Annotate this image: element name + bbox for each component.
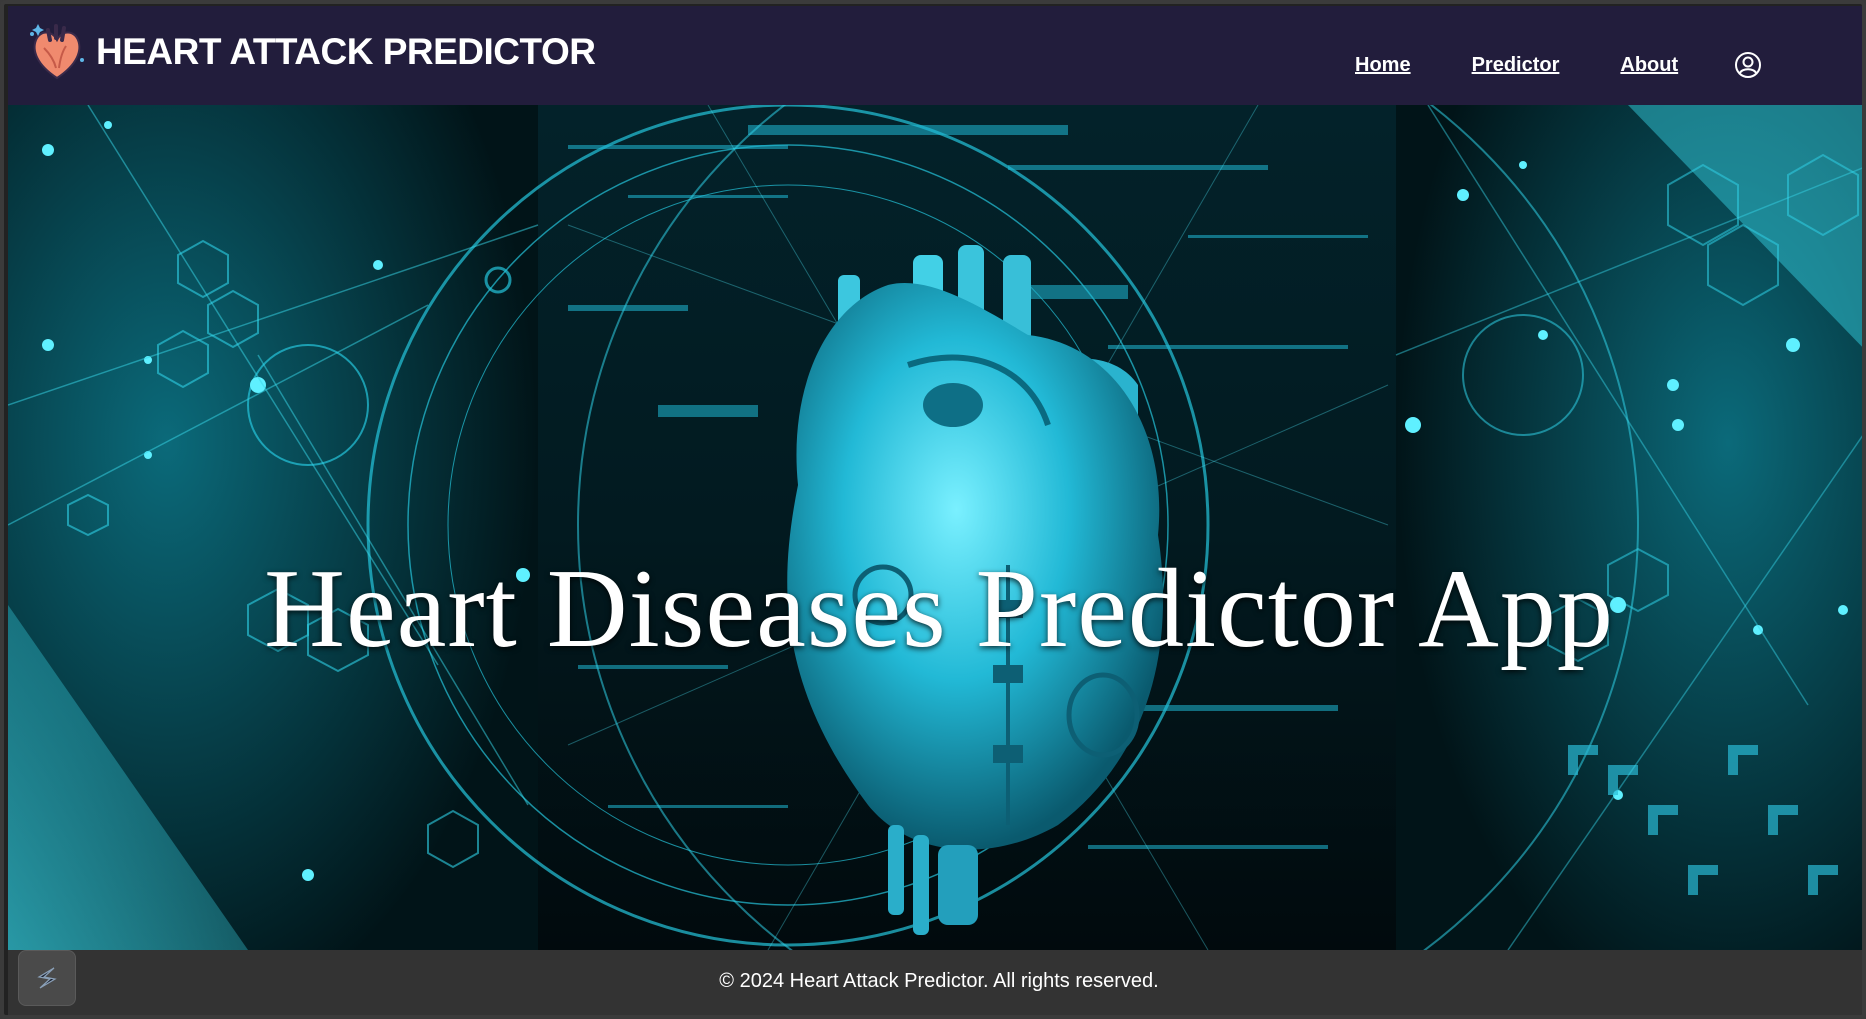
brand[interactable]: HEART ATTACK PREDICTOR bbox=[26, 20, 596, 84]
hero-banner: Heart Diseases Predictor App bbox=[8, 105, 1862, 950]
main-nav: Home Predictor About bbox=[1355, 51, 1762, 79]
hero-background-image bbox=[8, 105, 1862, 950]
footer: © 2024 Heart Attack Predictor. All right… bbox=[8, 950, 1862, 1015]
brand-title: HEART ATTACK PREDICTOR bbox=[96, 31, 596, 72]
user-circle-icon[interactable] bbox=[1734, 51, 1762, 79]
heart-anatomy-icon bbox=[30, 24, 84, 80]
nav-home-link[interactable]: Home bbox=[1355, 54, 1411, 77]
footer-copyright: © 2024 Heart Attack Predictor. All right… bbox=[719, 970, 1159, 992]
hero-title: Heart Diseases Predictor App bbox=[264, 547, 1614, 671]
nav-about-link[interactable]: About bbox=[1620, 54, 1678, 77]
navbar: HEART ATTACK PREDICTOR Home Predictor Ab… bbox=[8, 6, 1862, 105]
nav-predictor-link[interactable]: Predictor bbox=[1472, 54, 1560, 77]
app-window: HEART ATTACK PREDICTOR Home Predictor Ab… bbox=[0, 0, 1866, 1019]
